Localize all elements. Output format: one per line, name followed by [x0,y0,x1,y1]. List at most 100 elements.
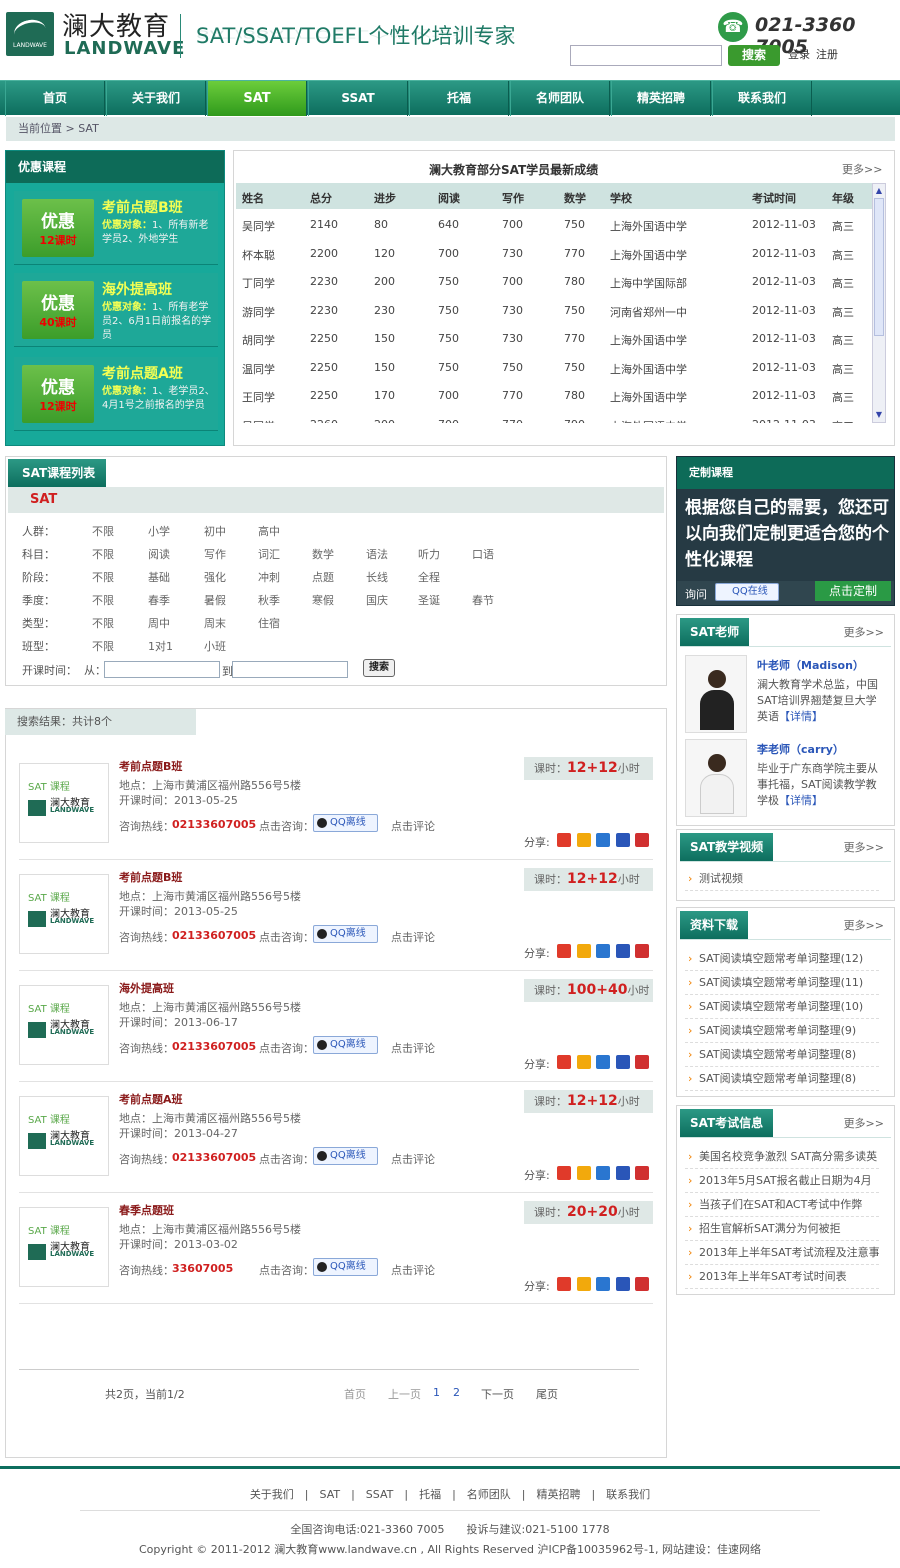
share-icon[interactable] [635,833,649,847]
share-icon[interactable] [615,1166,630,1180]
share-icon[interactable] [576,1166,591,1180]
search-input[interactable] [570,45,722,66]
filter-option[interactable]: 全程 [418,569,440,585]
scroll-down-icon[interactable]: ▼ [874,409,884,420]
pager-prev[interactable]: 上一页 [388,1386,421,1402]
filter-option[interactable]: 点题 [312,569,334,585]
share-icon[interactable] [596,1277,610,1291]
date-to-input[interactable] [232,661,348,678]
nav-about[interactable]: 关于我们 [106,81,206,116]
filter-option[interactable]: 不限 [92,546,114,562]
exam_info-item[interactable]: 2013年5月SAT报名截止日期为4月 [685,1169,879,1193]
filter-option[interactable]: 暑假 [204,592,226,608]
pager-page-2[interactable]: 2 [453,1386,460,1399]
logo-icon[interactable]: LANDWAVE [6,12,54,56]
qq-offline-button[interactable]: QQ离线 [313,1147,378,1165]
promo-name[interactable]: 海外提高班 [102,279,172,299]
footer-links[interactable]: 关于我们 | SAT | SSAT | 托福 | 名师团队 | 精英招聘 | 联… [0,1486,900,1502]
filter-option[interactable]: 词汇 [258,546,280,562]
filter-option[interactable]: 语法 [366,546,388,562]
filter-option[interactable]: 周中 [148,615,170,631]
course-name[interactable]: 考前点题B班 [119,869,182,885]
filter-option[interactable]: 不限 [92,592,114,608]
share-icon[interactable] [557,944,571,958]
filter-option[interactable]: 初中 [204,523,226,539]
share-icon[interactable] [576,1055,591,1069]
exam_info-item[interactable]: 2013年上半年SAT考试时间表 [685,1265,879,1289]
share-icon[interactable] [635,1055,649,1069]
promo-name[interactable]: 考前点题A班 [102,363,183,383]
qq-offline-button[interactable]: QQ离线 [313,1036,378,1054]
teacher-detail-link[interactable]: 【详情】 [779,710,823,723]
downloads-item[interactable]: SAT阅读填空题常考单词整理(8) [685,1043,879,1067]
filter-option[interactable]: 不限 [92,569,114,585]
video-item[interactable]: 测试视频 [685,867,879,891]
teacher-name[interactable]: 叶老师（Madison） [757,657,864,673]
register-link[interactable]: 注册 [816,46,838,62]
nav-jobs[interactable]: 精英招聘 [611,81,711,116]
nav-ssat[interactable]: SSAT [308,81,408,116]
filter-option[interactable]: 强化 [204,569,226,585]
filter-option[interactable]: 小学 [148,523,170,539]
share-icon[interactable] [576,944,591,958]
filter-option[interactable]: 阅读 [148,546,170,562]
filter-option[interactable]: 写作 [204,546,226,562]
promo-name[interactable]: 考前点题B班 [102,197,183,217]
share-icon[interactable] [596,1055,610,1069]
comment-link[interactable]: 点击评论 [391,1262,435,1278]
filter-option[interactable]: 1对1 [148,638,173,654]
filter-option[interactable]: 不限 [92,523,114,539]
course-name[interactable]: 考前点题B班 [119,758,182,774]
exam_info-item[interactable]: 2013年上半年SAT考试流程及注意事 [685,1241,879,1265]
course-thumbnail[interactable]: SAT 课程 澜大教育 LANDWAVE [19,1207,109,1287]
videos-more-link[interactable]: 更多>> [844,839,884,855]
date-from-input[interactable] [104,661,220,678]
filter-option[interactable]: 秋季 [258,592,280,608]
videos-tab[interactable]: SAT教学视频 [680,833,774,861]
exam-info-tab[interactable]: SAT考试信息 [680,1109,774,1137]
share-icon[interactable] [576,833,591,847]
filter-option[interactable]: 不限 [92,638,114,654]
scores-scrollbar[interactable]: ▲ ▼ [872,183,886,423]
filter-option[interactable]: 住宿 [258,615,280,631]
filter-option[interactable]: 圣诞 [418,592,440,608]
nav-contact[interactable]: 联系我们 [712,81,812,116]
share-icon[interactable] [635,1166,649,1180]
teacher-name[interactable]: 李老师（carry） [757,741,844,757]
downloads-more-link[interactable]: 更多>> [844,917,884,933]
scroll-thumb[interactable] [874,198,884,336]
course-name[interactable]: 海外提高班 [119,980,174,996]
qq-offline-button[interactable]: QQ离线 [313,1258,378,1276]
promo-card[interactable]: 优惠 12课时 考前点题A班 优惠对象：1、老学员2、4月1号之前报名的学员 [14,357,218,431]
scroll-up-icon[interactable]: ▲ [874,185,884,196]
qq-online-button[interactable]: QQ在线 [715,583,779,601]
downloads-item[interactable]: SAT阅读填空题常考单词整理(9) [685,1019,879,1043]
teacher-photo[interactable] [685,739,747,817]
course-name[interactable]: 春季点题班 [119,1202,174,1218]
custom-course-button[interactable]: 点击定制 [815,581,891,601]
course-thumbnail[interactable]: SAT 课程 澜大教育 LANDWAVE [19,874,109,954]
filter-option[interactable]: 周末 [204,615,226,631]
custom-course-banner[interactable]: 定制课程 根据您自己的需要，您还可以向我们定制更适合您的个性化课程 询问 QQ在… [676,456,895,606]
filter-option[interactable]: 不限 [92,615,114,631]
pager-first[interactable]: 首页 [344,1386,366,1402]
share-icon[interactable] [596,944,610,958]
filter-option[interactable]: 寒假 [312,592,334,608]
comment-link[interactable]: 点击评论 [391,1151,435,1167]
downloads-item[interactable]: SAT阅读填空题常考单词整理(10) [685,995,879,1019]
share-icon[interactable] [615,1055,630,1069]
comment-link[interactable]: 点击评论 [391,1040,435,1056]
share-icon[interactable] [596,1166,610,1180]
course-name[interactable]: 考前点题A班 [119,1091,183,1107]
nav-home[interactable]: 首页 [5,81,105,116]
exam-info-more-link[interactable]: 更多>> [844,1115,884,1131]
logo-text-en[interactable]: LANDWAVE [64,38,185,59]
filter-option[interactable]: 春节 [472,592,494,608]
login-link[interactable]: 登录 [788,46,810,62]
pager-next[interactable]: 下一页 [481,1386,514,1402]
filter-option[interactable]: 国庆 [366,592,388,608]
teacher-photo[interactable] [685,655,747,733]
course-list-tab[interactable]: SAT课程列表 [8,459,106,487]
promo-card[interactable]: 优惠 12课时 考前点题B班 优惠对象：1、所有新老学员2、外地学生 [14,191,218,265]
comment-link[interactable]: 点击评论 [391,818,435,834]
